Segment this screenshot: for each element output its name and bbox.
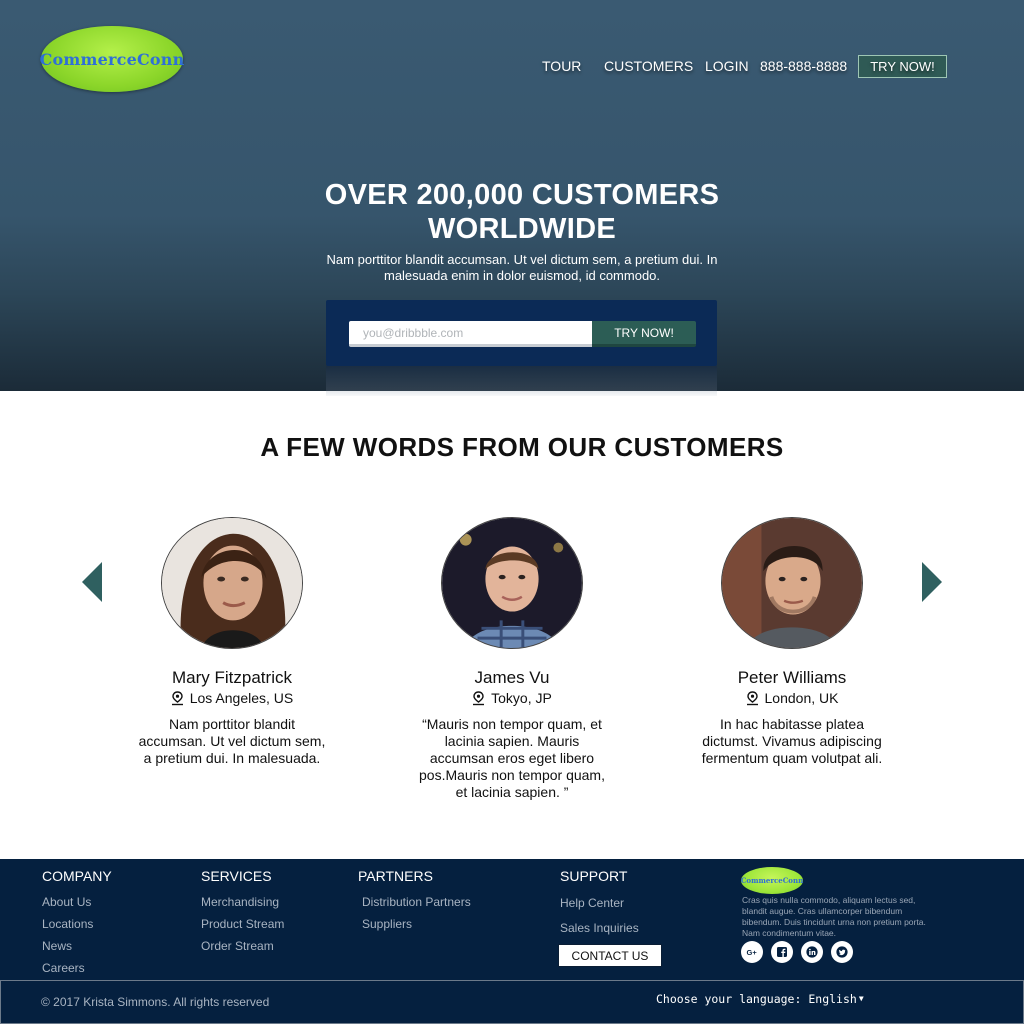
customer-location: London, UK — [692, 689, 892, 707]
avatar-photo-man-plaid — [442, 518, 582, 648]
footer-heading: PARTNERS — [358, 868, 433, 884]
customer-quote: In hac habitasse platea dictumst. Vivamu… — [701, 716, 883, 766]
linkedin-icon[interactable] — [801, 941, 823, 963]
footer-column-company: COMPANY About Us Locations News Careers — [42, 868, 112, 979]
contact-us-button[interactable]: CONTACT US — [558, 944, 662, 967]
signup-panel-shadow — [326, 366, 717, 396]
footer-heading: SERVICES — [201, 868, 272, 884]
footer-column-support: SUPPORT Help Center Sales Inquiries — [560, 868, 639, 941]
language-label: Choose your language: — [656, 992, 802, 1006]
google-plus-icon[interactable]: G+ — [741, 941, 763, 963]
footer-link-news[interactable]: News — [42, 935, 112, 957]
customer-location: Los Angeles, US — [132, 689, 332, 707]
customer-quote: Nam porttitor blandit accumsan. Ut vel d… — [138, 716, 326, 766]
avatar — [441, 517, 583, 649]
customer-location-text: London, UK — [764, 690, 839, 706]
carousel-prev-arrow-icon[interactable] — [82, 562, 102, 602]
signup-try-now-button[interactable]: TRY NOW! — [592, 321, 696, 347]
hero-subtitle: Nam porttitor blandit accumsan. Ut vel d… — [326, 252, 718, 283]
footer-link-sales-inquiries[interactable]: Sales Inquiries — [560, 916, 639, 941]
footer-link-merchandising[interactable]: Merchandising — [201, 891, 284, 913]
testimonial-card: Mary Fitzpatrick Los Angeles, US Nam por… — [132, 517, 332, 767]
language-value[interactable]: English — [808, 992, 856, 1006]
location-pin-icon — [746, 690, 758, 705]
nav-try-now-button[interactable]: TRY NOW! — [858, 55, 947, 78]
email-input[interactable] — [349, 321, 595, 347]
nav-login-link[interactable]: LOGIN — [705, 58, 749, 74]
footer-link-careers[interactable]: Careers — [42, 957, 112, 979]
avatar-photo-man-dark-hair — [722, 518, 862, 648]
carousel-next-arrow-icon[interactable] — [922, 562, 942, 602]
footer-link-distribution-partners[interactable]: Distribution Partners — [358, 891, 471, 913]
hero-title: OVER 200,000 CUSTOMERS WORLDWIDE — [324, 179, 720, 245]
footer-link-order-stream[interactable]: Order Stream — [201, 935, 284, 957]
footer-link-suppliers[interactable]: Suppliers — [358, 913, 471, 935]
copyright-text: © 2017 Krista Simmons. All rights reserv… — [41, 995, 270, 1009]
footer-heading: COMPANY — [42, 868, 112, 884]
avatar — [721, 517, 863, 649]
customer-location-text: Tokyo, JP — [491, 690, 552, 706]
footer-about-text: Cras quis nulla commodo, aliquam lectus … — [742, 895, 926, 938]
footer-column-partners: PARTNERS Distribution Partners Suppliers — [358, 868, 471, 935]
footer-link-about-us[interactable]: About Us — [42, 891, 112, 913]
footer-link-product-stream[interactable]: Product Stream — [201, 913, 284, 935]
footer-column-services: SERVICES Merchandising Product Stream Or… — [201, 868, 284, 957]
customer-location: Tokyo, JP — [412, 689, 612, 707]
caret-down-icon[interactable]: ▼ — [859, 994, 864, 1003]
customer-name: James Vu — [474, 668, 550, 687]
footer-link-help-center[interactable]: Help Center — [560, 891, 639, 916]
footer-link-locations[interactable]: Locations — [42, 913, 112, 935]
location-pin-icon — [171, 690, 183, 705]
nav-tour-link[interactable]: TOUR — [542, 58, 581, 74]
customer-quote: “Mauris non tempor quam, et lacinia sapi… — [419, 716, 605, 800]
footer-logo-text: CommerceConn — [740, 876, 804, 885]
language-selector[interactable]: Choose your language: English ▼ — [656, 992, 864, 1006]
footer-heading: SUPPORT — [560, 868, 628, 884]
testimonials-title: A FEW WORDS FROM OUR CUSTOMERS — [260, 432, 784, 462]
facebook-icon[interactable] — [771, 941, 793, 963]
footer-logo[interactable]: CommerceConn — [741, 867, 803, 894]
testimonial-card: Peter Williams London, UK In hac habitas… — [692, 517, 892, 767]
customer-location-text: Los Angeles, US — [189, 690, 294, 706]
nav-phone-link[interactable]: 888-888-8888 — [760, 58, 847, 74]
nav-customers-link[interactable]: CUSTOMERS — [604, 58, 693, 74]
twitter-icon[interactable] — [831, 941, 853, 963]
testimonial-card: James Vu Tokyo, JP “Mauris non tempor qu… — [412, 517, 612, 801]
avatar — [161, 517, 303, 649]
customer-name: Mary Fitzpatrick — [172, 668, 292, 687]
svg-text:G+: G+ — [747, 948, 758, 957]
top-nav: TOUR CUSTOMERS LOGIN 888-888-8888 TRY NO… — [0, 55, 1024, 80]
location-pin-icon — [473, 690, 485, 705]
avatar-photo-woman — [162, 518, 302, 648]
customer-name: Peter Williams — [737, 668, 847, 687]
